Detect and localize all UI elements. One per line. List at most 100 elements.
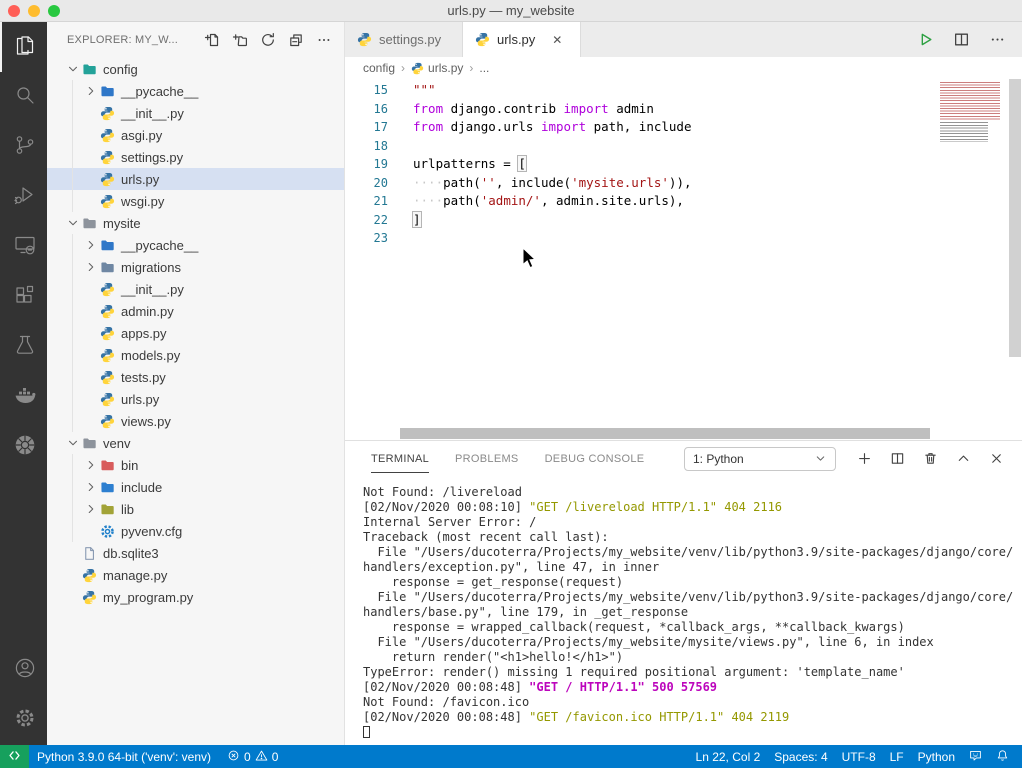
vertical-scrollbar-thumb[interactable] [1009,79,1021,357]
more-actions-icon[interactable] [314,30,334,50]
tree-item-bin[interactable]: bin [47,454,344,476]
terminal-output[interactable]: Not Found: /livereload[02/Nov/2020 00:08… [345,476,1022,745]
chevron-right-icon[interactable] [83,83,99,99]
python-interpreter-status[interactable]: Python 3.9.0 64-bit ('venv': venv) [29,745,219,768]
chevron-right-icon[interactable] [83,457,99,473]
activity-run-debug-icon[interactable] [0,172,47,222]
tree-item--init-py[interactable]: __init__.py [47,102,344,124]
tree-item-models-py[interactable]: models.py [47,344,344,366]
feedback-icon [969,749,982,765]
tree-item-migrations[interactable]: migrations [47,256,344,278]
collapse-folders-icon[interactable] [286,30,306,50]
new-file-icon[interactable] [202,30,222,50]
tree-item-tests-py[interactable]: tests.py [47,366,344,388]
activity-extensions-icon[interactable] [0,272,47,322]
status-feedback-icon[interactable] [962,745,989,768]
panel-tab-debug-console[interactable]: DEBUG CONSOLE [545,444,645,473]
chevron-spacer [83,523,99,539]
tree-item-label: pyvenv.cfg [121,524,182,539]
horizontal-scrollbar-thumb[interactable] [400,428,930,439]
tree-item-urls-py[interactable]: urls.py [47,168,344,190]
chevron-right-icon[interactable] [83,259,99,275]
split-editor-icon[interactable] [950,29,972,51]
tree-item-asgi-py[interactable]: asgi.py [47,124,344,146]
chevron-spacer [83,413,99,429]
breadcrumb-separator: › [399,61,407,75]
tree-item-views-py[interactable]: views.py [47,410,344,432]
chevron-down-icon[interactable] [65,215,81,231]
tree-item--pycache-[interactable]: __pycache__ [47,234,344,256]
chevron-right-icon[interactable] [83,237,99,253]
breadcrumb-item[interactable]: ... [479,61,489,75]
tab-settings-py[interactable]: settings.py [345,22,463,57]
tree-item-urls-py[interactable]: urls.py [47,388,344,410]
chevron-spacer [65,545,81,561]
new-folder-icon[interactable] [230,30,250,50]
breadcrumb-item[interactable]: config [363,61,395,75]
tree-item-config[interactable]: config [47,58,344,80]
maximize-panel-icon[interactable] [953,449,973,469]
tree-item-venv[interactable]: venv [47,432,344,454]
horizontal-scrollbar[interactable] [400,428,930,439]
tree-item-label: urls.py [121,172,159,187]
terminal-selector-dropdown[interactable]: 1: Python [684,447,836,471]
status-utf-8[interactable]: UTF-8 [835,745,883,768]
tree-item--init-py[interactable]: __init__.py [47,278,344,300]
status-python[interactable]: Python [911,745,962,768]
tree-item-lib[interactable]: lib [47,498,344,520]
refresh-icon[interactable] [258,30,278,50]
chevron-down-icon[interactable] [65,435,81,451]
tree-item-my-program-py[interactable]: my_program.py [47,586,344,608]
status-spaces[interactable]: Spaces: 4 [767,745,834,768]
tree-item-wsgi-py[interactable]: wsgi.py [47,190,344,212]
tree-item-manage-py[interactable]: manage.py [47,564,344,586]
code-line: 21····path('admin/', admin.site.urls), [345,192,930,211]
chevron-down-icon[interactable] [65,61,81,77]
explorer-title: EXPLORER: MY_W... [67,34,178,46]
run-icon[interactable] [914,29,936,51]
vertical-scrollbar[interactable] [1008,79,1022,440]
status-ln-22-col-2[interactable]: Ln 22, Col 2 [689,745,768,768]
status-bell-icon[interactable] [989,745,1016,768]
activity-docker-icon[interactable] [0,372,47,422]
activity-remote-explorer-icon[interactable] [0,222,47,272]
breadcrumb-separator: › [467,61,475,75]
tree-item-mysite[interactable]: mysite [47,212,344,234]
tree-item--pycache-[interactable]: __pycache__ [47,80,344,102]
tree-item-pyvenv-cfg[interactable]: pyvenv.cfg [47,520,344,542]
folder-bin-icon [99,457,116,473]
minimap[interactable] [934,79,1008,440]
tree-item-db-sqlite3[interactable]: db.sqlite3 [47,542,344,564]
tree-item-settings-py[interactable]: settings.py [47,146,344,168]
panel-tab-problems[interactable]: PROBLEMS [455,444,519,473]
close-tab-icon[interactable]: ✕ [552,33,562,47]
problems-status[interactable]: 00 [219,745,286,768]
code-line: 23 [345,229,930,248]
activity-accounts-icon[interactable] [0,645,47,695]
new-terminal-icon[interactable] [854,449,874,469]
tree-item-include[interactable]: include [47,476,344,498]
tab-urls-py[interactable]: urls.py✕ [463,22,581,57]
code-text: ] [388,211,422,230]
tree-item-admin-py[interactable]: admin.py [47,300,344,322]
breadcrumb-item[interactable]: urls.py [411,61,463,75]
more-actions-icon[interactable] [986,29,1008,51]
tree-item-label: __pycache__ [121,238,198,253]
chevron-right-icon[interactable] [83,501,99,517]
activity-search-icon[interactable] [0,72,47,122]
split-terminal-icon[interactable] [887,449,907,469]
chevron-right-icon[interactable] [83,479,99,495]
extensions-icon [13,283,37,312]
activity-testing-icon[interactable] [0,322,47,372]
kill-terminal-icon[interactable] [920,449,940,469]
panel-tab-terminal[interactable]: TERMINAL [371,444,429,473]
status-lf[interactable]: LF [883,745,911,768]
code-editor[interactable]: 15"""16from django.contrib import admin1… [345,79,1022,440]
activity-kubernetes-icon[interactable] [0,422,47,472]
activity-settings-icon[interactable] [0,695,47,745]
tree-item-apps-py[interactable]: apps.py [47,322,344,344]
activity-explorer-icon[interactable] [0,22,47,72]
close-panel-icon[interactable] [986,449,1006,469]
activity-source-control-icon[interactable] [0,122,47,172]
remote-indicator[interactable] [0,745,29,768]
